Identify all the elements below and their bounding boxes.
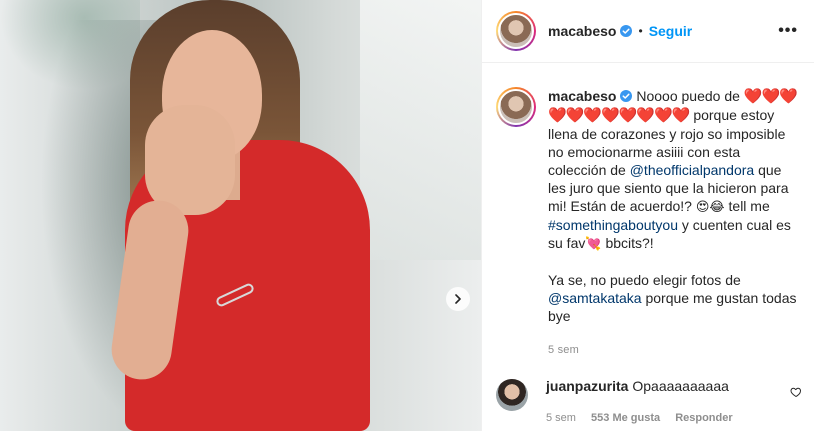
mention-theofficialpandora[interactable]: @theofficialpandora	[630, 162, 754, 178]
verified-badge-icon	[620, 90, 633, 102]
commenter-avatar[interactable]	[496, 379, 528, 411]
more-options-button[interactable]: •••	[778, 22, 798, 40]
photo-person	[107, 0, 370, 431]
verified-badge-icon	[620, 25, 633, 37]
post-header: macabeso • Seguir •••	[482, 0, 814, 63]
author-avatar[interactable]	[496, 11, 536, 51]
comment-text: Opaaaaaaaaaa	[632, 378, 729, 394]
comment-meta: 5 sem 553 Me gusta Responder	[546, 409, 745, 427]
mention-samtakataka[interactable]: @samtakataka	[548, 290, 642, 306]
caption-emoji-2: 💘	[585, 236, 602, 251]
comment-likes[interactable]: 553 Me gusta	[591, 412, 660, 424]
heart-outline-icon[interactable]	[790, 386, 802, 398]
caption-text-4: tell me	[728, 198, 770, 214]
author-username[interactable]: macabeso	[548, 23, 616, 39]
post-photo[interactable]	[0, 0, 481, 431]
chevron-right-icon	[455, 294, 461, 304]
reply-button[interactable]: Responder	[675, 412, 732, 424]
comment-body: juanpazurita Opaaaaaaaaaa 5 sem 553 Me g…	[546, 377, 745, 427]
caption-paragraph-2: Ya se, no puedo elegir fotos de @samtaka…	[548, 271, 798, 325]
caption-emoji-1: 😍😂	[695, 199, 725, 214]
separator-dot: •	[638, 24, 643, 38]
caption-username[interactable]: macabeso	[548, 88, 616, 104]
instagram-post: macabeso • Seguir ••• macabeso Noooo pue…	[0, 0, 814, 431]
caption-text: macabeso Noooo puedo de ❤️❤️❤️❤️❤️❤️❤️❤️…	[548, 87, 798, 359]
post-sidebar: macabeso • Seguir ••• macabeso Noooo pue…	[481, 0, 814, 431]
follow-button[interactable]: Seguir	[649, 23, 693, 39]
caption-text-1: Noooo puedo de	[636, 88, 740, 104]
next-photo-button[interactable]	[446, 287, 470, 311]
caption-timestamp[interactable]: 5 sem	[548, 341, 798, 359]
post-caption: macabeso Noooo puedo de ❤️❤️❤️❤️❤️❤️❤️❤️…	[482, 63, 814, 359]
comment-item: juanpazurita Opaaaaaaaaaa 5 sem 553 Me g…	[482, 359, 814, 427]
comment-timestamp[interactable]: 5 sem	[546, 412, 576, 424]
caption-text-6: bbcits?!	[605, 235, 654, 251]
hashtag-somethingaboutyou[interactable]: #somethingaboutyou	[548, 217, 678, 233]
photo-window-light	[360, 0, 481, 260]
person-hands	[145, 105, 235, 215]
caption-author-avatar[interactable]	[496, 87, 536, 127]
caption-para2-a: Ya se, no puedo elegir fotos de	[548, 272, 741, 288]
commenter-username[interactable]: juanpazurita	[546, 378, 628, 394]
